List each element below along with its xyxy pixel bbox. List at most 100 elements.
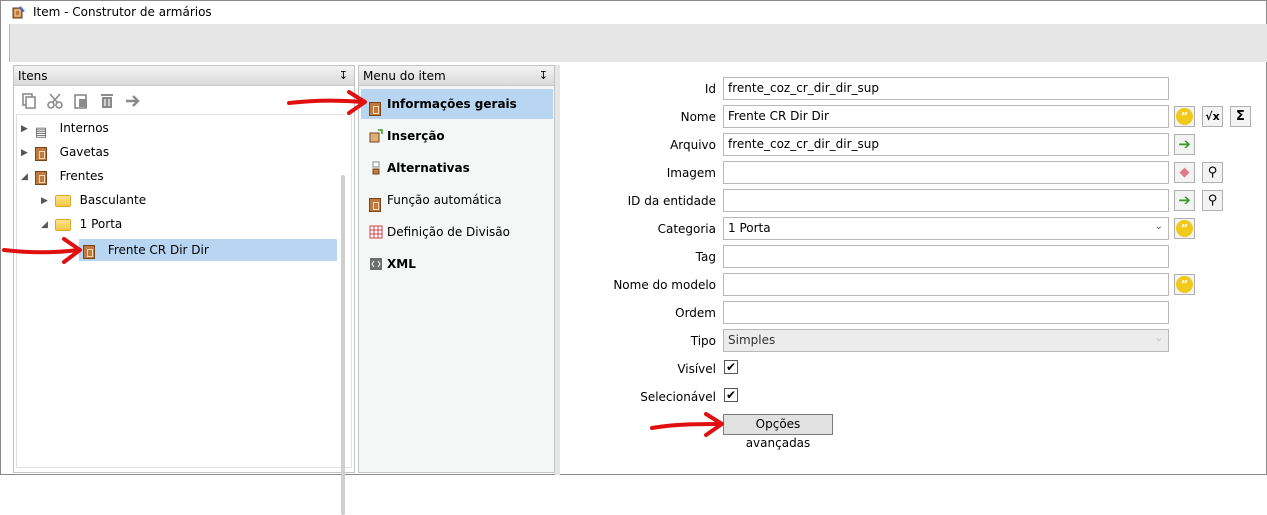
eraser-icon: ◆: [1179, 165, 1190, 180]
app-icon: [12, 6, 25, 19]
item-menu-title: Menu do item: [363, 69, 446, 83]
arquivo-label: Arquivo: [670, 138, 716, 152]
advanced-options-button[interactable]: Opções avançadas: [723, 414, 833, 450]
items-pane: Itens ↧ ▶ ▤ Internos ▶ Gavetas ◢ Frentes…: [13, 65, 355, 515]
modelo-translate-button[interactable]: ”: [1174, 274, 1195, 295]
copy-icon[interactable]: [20, 92, 38, 110]
tree-item-frente-cr-dir-dir[interactable]: Frente CR Dir Dir: [79, 239, 337, 261]
tipo-select: Simples ⌄: [723, 329, 1169, 352]
door-icon: [369, 97, 383, 116]
search-icon: ⚲: [1207, 165, 1218, 180]
menu-item-definicao-de-divisao[interactable]: Definição de Divisão: [361, 217, 553, 247]
menu-item-label: Informações gerais: [387, 97, 517, 111]
expand-icon[interactable]: ▶: [41, 190, 51, 212]
paste-icon[interactable]: [72, 92, 90, 110]
title-bar: Item - Construtor de armários: [1, 1, 1266, 24]
collapse-icon[interactable]: ◢: [41, 214, 51, 236]
ribbon-area: [9, 24, 1267, 62]
pin-icon[interactable]: ↧: [339, 69, 348, 82]
id-entidade-label: ID da entidade: [627, 194, 716, 208]
delete-icon[interactable]: [98, 92, 116, 110]
xml-icon: [370, 258, 382, 270]
annotation-arrow-advanced: [650, 412, 724, 437]
sigma-icon: Σ: [1236, 109, 1245, 124]
menu-item-alternativas[interactable]: Alternativas: [361, 153, 553, 183]
tree-item-basculante[interactable]: ▶ Basculante: [41, 189, 146, 211]
drawer-icon: [34, 170, 51, 185]
formula-button[interactable]: √x: [1202, 106, 1223, 127]
sum-button[interactable]: Σ: [1230, 106, 1251, 127]
collapse-icon[interactable]: ◢: [21, 166, 31, 188]
tree-item-label: Internos: [59, 121, 109, 135]
expand-icon[interactable]: ▶: [21, 118, 31, 140]
tag-field[interactable]: [723, 245, 1169, 268]
tree-item-label: Gavetas: [59, 145, 110, 159]
tree-item-label: Frente CR Dir Dir: [107, 243, 209, 257]
ordem-label: Ordem: [675, 306, 716, 320]
tree-item-internos[interactable]: ▶ ▤ Internos: [21, 117, 109, 140]
tree-item-gavetas[interactable]: ▶ Gavetas: [21, 141, 109, 163]
tree-scrollbar[interactable]: [341, 175, 345, 515]
folder-icon: [54, 194, 71, 207]
tipo-label: Tipo: [690, 334, 716, 348]
pane-splitter[interactable]: [555, 65, 560, 475]
speech-bubble-icon: ”: [1176, 108, 1193, 125]
visivel-checkbox[interactable]: ✔: [724, 360, 738, 374]
drawer-icon: [34, 146, 51, 161]
go-entity-button[interactable]: ➔: [1174, 190, 1195, 211]
door-icon: [83, 244, 99, 259]
tipo-value: Simples: [728, 333, 776, 347]
categoria-label: Categoria: [657, 222, 716, 236]
nome-modelo-field[interactable]: [723, 273, 1169, 296]
categoria-value: 1 Porta: [728, 221, 771, 235]
nome-modelo-label: Nome do modelo: [613, 278, 716, 292]
item-menu-header: Menu do item ↧: [359, 66, 554, 86]
open-file-button[interactable]: ➔: [1174, 134, 1195, 155]
items-pane-title: Itens: [18, 69, 48, 83]
tree-item-label: Basculante: [79, 193, 147, 207]
door-icon: [369, 193, 383, 212]
speech-bubble-icon: ”: [1176, 220, 1193, 237]
annotation-arrow-menu: [287, 90, 367, 115]
menu-item-informacoes-gerais[interactable]: Informações gerais: [361, 89, 553, 119]
menu-item-label: Inserção: [387, 129, 445, 143]
categoria-select[interactable]: 1 Porta ⌄: [723, 217, 1169, 240]
id-field[interactable]: frente_coz_cr_dir_dir_sup: [723, 77, 1169, 100]
move-right-icon[interactable]: [124, 92, 142, 110]
cut-icon[interactable]: [46, 92, 64, 110]
list-icon: ▤: [34, 124, 48, 140]
ordem-field[interactable]: [723, 301, 1169, 324]
folder-icon: [54, 218, 71, 231]
search-image-button[interactable]: ⚲: [1202, 162, 1223, 183]
selecionavel-checkbox[interactable]: ✔: [724, 388, 738, 402]
tree-item-frentes[interactable]: ◢ Frentes: [21, 165, 104, 187]
pin-icon[interactable]: ↧: [539, 69, 548, 82]
clear-image-button[interactable]: ◆: [1174, 162, 1195, 183]
menu-item-insercao[interactable]: Inserção: [361, 121, 553, 151]
items-tree: ▶ ▤ Internos ▶ Gavetas ◢ Frentes ▶ Bascu…: [16, 114, 352, 515]
arquivo-field[interactable]: frente_coz_cr_dir_dir_sup: [723, 133, 1169, 156]
tree-item-label: 1 Porta: [79, 217, 123, 231]
tree-item-label: Frentes: [59, 169, 104, 183]
translate-button[interactable]: ”: [1174, 106, 1195, 127]
arrow-right-icon: ➔: [1178, 191, 1191, 209]
tag-label: Tag: [695, 250, 716, 264]
selecionavel-label: Selecionável: [640, 390, 716, 404]
menu-item-label: XML: [387, 257, 416, 271]
imagem-field[interactable]: [723, 161, 1169, 184]
search-entity-button[interactable]: ⚲: [1202, 190, 1223, 211]
visivel-label: Visível: [677, 362, 716, 376]
speech-bubble-icon: ”: [1176, 276, 1193, 293]
menu-item-label: Função automática: [387, 193, 502, 207]
id-label: Id: [704, 82, 716, 96]
id-entidade-field[interactable]: [723, 189, 1169, 212]
items-pane-header: Itens ↧: [14, 66, 354, 86]
categoria-translate-button[interactable]: ”: [1174, 218, 1195, 239]
expand-icon[interactable]: ▶: [21, 142, 31, 164]
tree-item-1-porta[interactable]: ◢ 1 Porta: [41, 213, 122, 235]
chevron-down-icon: ⌄: [1154, 221, 1163, 232]
grid-icon: [369, 225, 383, 239]
menu-item-funcao-automatica[interactable]: Função automática: [361, 185, 553, 215]
menu-item-xml[interactable]: XML: [361, 249, 553, 279]
nome-field[interactable]: Frente CR Dir Dir: [723, 105, 1169, 128]
